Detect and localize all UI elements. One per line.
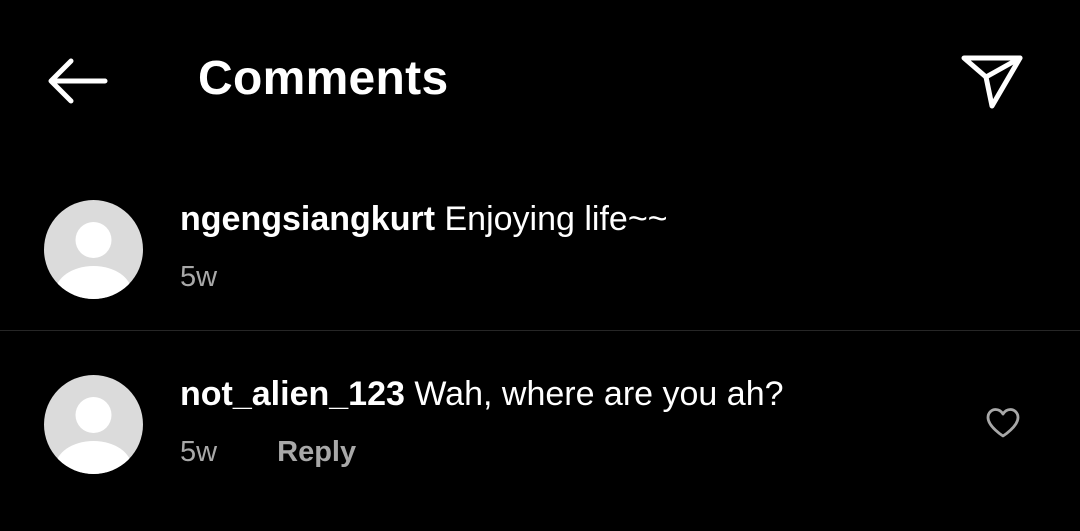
comment-item: not_alien_123 Wah, where are you ah? 5w … [0,345,1080,505]
comment-body: Enjoying life~~ [444,200,668,238]
avatar[interactable] [44,375,143,474]
header-bar: Comments [0,0,1080,160]
comment-timestamp: 5w [180,436,218,468]
page-title: Comments [198,52,449,105]
divider [0,330,1080,331]
comment-username[interactable]: ngengsiangkurt [180,200,435,238]
back-button[interactable] [40,50,112,112]
avatar[interactable] [44,200,143,299]
comment-meta: 5w [180,257,217,297]
comment-text: not_alien_123 Wah, where are you ah? [180,372,784,416]
caption-comment: ngengsiangkurt Enjoying life~~ 5w [0,170,1080,330]
comment-meta: 5w Reply [180,432,356,472]
default-avatar-icon [55,397,132,474]
comment-timestamp: 5w [180,261,218,293]
default-avatar-icon [55,222,132,299]
comment-body: Wah, where are you ah? [414,375,784,413]
comment-text: ngengsiangkurt Enjoying life~~ [180,197,668,241]
paper-plane-icon [961,55,1023,109]
like-button[interactable] [980,400,1026,446]
heart-outline-icon [986,408,1020,438]
arrow-left-icon [48,58,108,104]
reply-button[interactable]: Reply [277,436,356,468]
comment-username[interactable]: not_alien_123 [180,375,405,413]
share-button[interactable] [956,44,1028,116]
